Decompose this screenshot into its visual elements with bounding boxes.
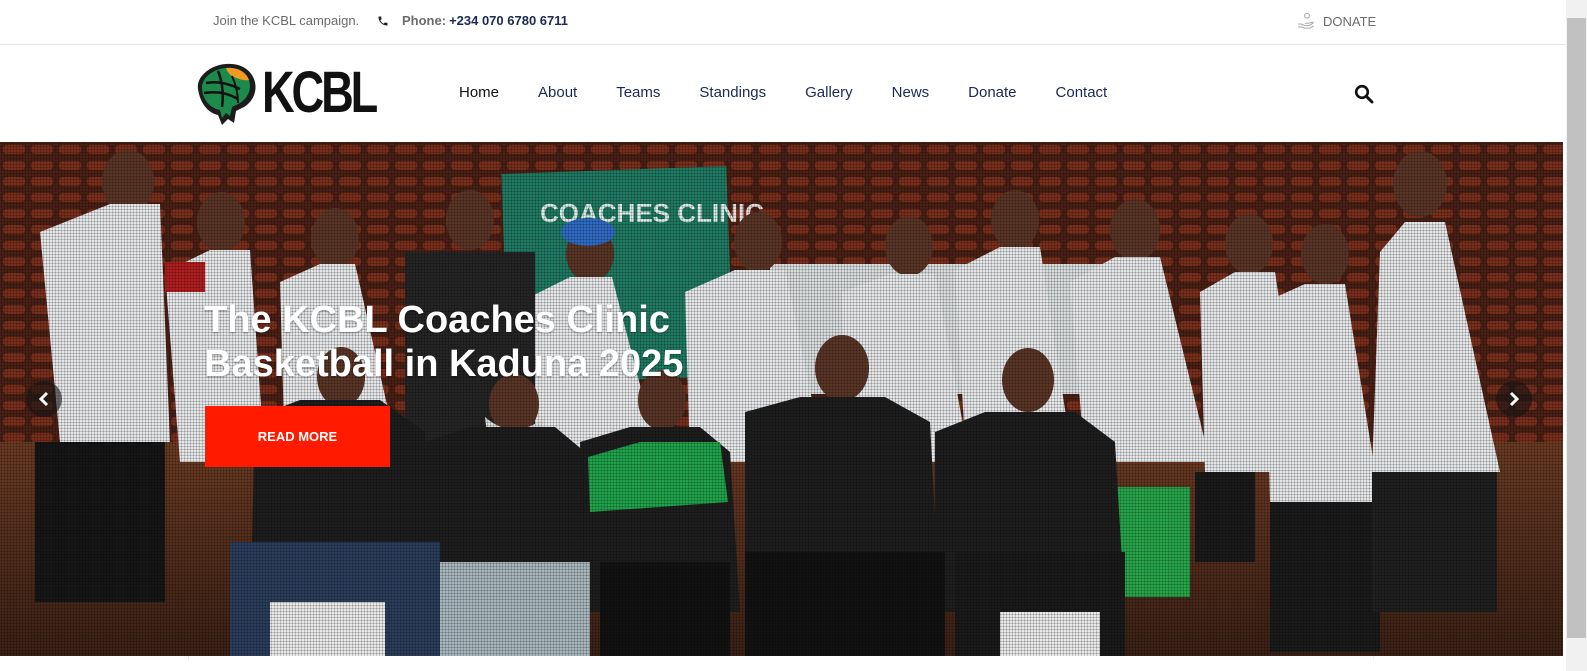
nav-standings[interactable]: Standings xyxy=(699,84,766,101)
phone-info: Phone: +234 070 6780 6711 xyxy=(377,13,568,28)
phone-number-link[interactable]: +234 070 6780 6711 xyxy=(449,13,568,28)
nav-home[interactable]: Home xyxy=(459,84,499,101)
site-logo[interactable]: KCBL xyxy=(188,59,378,129)
nav-news[interactable]: News xyxy=(892,84,930,101)
page: Join the KCBL campaign. Phone: +234 070 … xyxy=(0,0,1587,671)
chevron-left-icon xyxy=(38,391,49,407)
slider-next-button[interactable] xyxy=(1496,381,1532,417)
logo-emblem-icon xyxy=(197,63,256,125)
scrollbar-thumb[interactable] xyxy=(1567,18,1586,638)
nav-gallery[interactable]: Gallery xyxy=(805,84,853,101)
below-hero-strip xyxy=(0,656,1566,671)
hand-coin-icon xyxy=(1298,12,1315,29)
top-donate-link[interactable]: DONATE xyxy=(1296,12,1376,30)
nav-teams[interactable]: Teams xyxy=(616,84,660,101)
phone-label: Phone: xyxy=(402,13,447,28)
campaign-text: Join the KCBL campaign. xyxy=(213,13,360,28)
hero-title: The KCBL Coaches Clinic Basketball in Ka… xyxy=(204,299,684,385)
logo-wordmark: KCBL xyxy=(262,60,378,125)
nav-donate[interactable]: Donate xyxy=(968,84,1016,101)
nav-about[interactable]: About xyxy=(538,84,577,101)
chevron-right-icon xyxy=(1509,391,1520,407)
nav-contact[interactable]: Contact xyxy=(1056,84,1108,101)
hero-photo: COACHES CLINIC xyxy=(0,142,1563,656)
hero-slider: COACHES CLINIC The KCBL Coaches Clinic B… xyxy=(0,142,1563,656)
content-edge-divider xyxy=(188,656,1374,660)
page-scrollbar[interactable] xyxy=(1566,0,1587,671)
phone-icon xyxy=(378,16,388,25)
main-nav: Home About Teams Standings Gallery News … xyxy=(459,84,1146,101)
site-header: KCBL Home About Teams Standings Gallery … xyxy=(0,45,1566,142)
top-bar: Join the KCBL campaign. Phone: +234 070 … xyxy=(0,0,1566,45)
search-icon[interactable] xyxy=(1354,84,1374,104)
top-donate-label: DONATE xyxy=(1323,13,1377,29)
slider-prev-button[interactable] xyxy=(26,381,62,417)
read-more-button[interactable]: READ MORE xyxy=(205,406,390,467)
